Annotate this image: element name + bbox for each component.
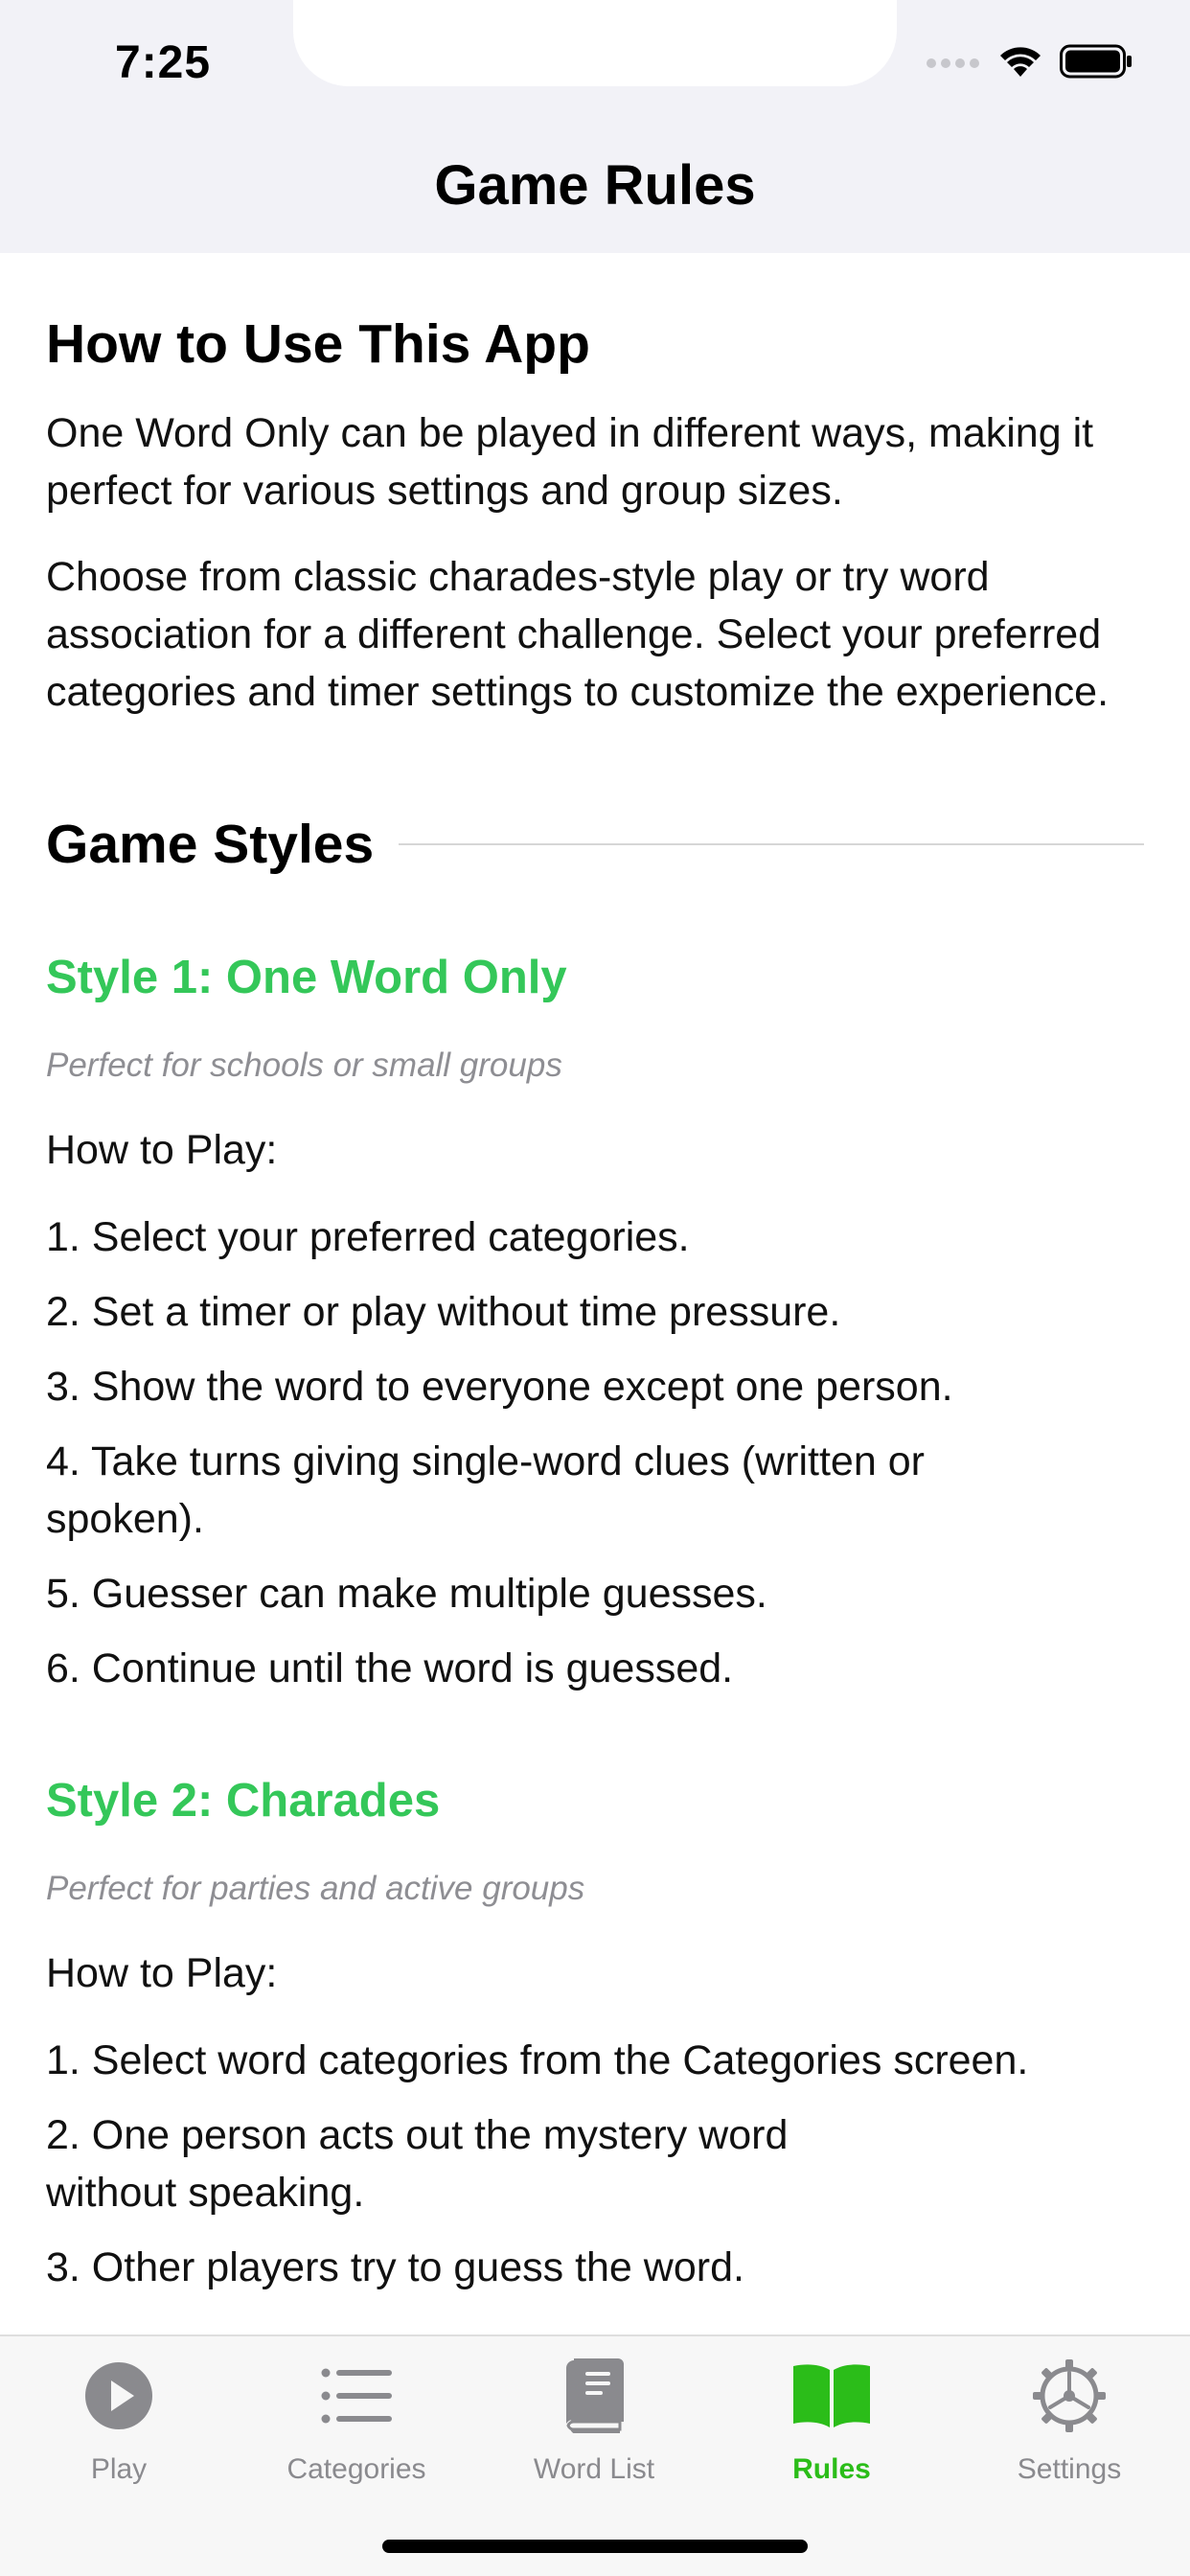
list-item: 3. Other players try to guess the word.: [46, 2244, 744, 2290]
device-notch: [293, 0, 897, 86]
list-item: 5. Guesser can make multiple guesses.: [46, 1571, 767, 1617]
list-item: 4. Take turns giving single-word clues (…: [46, 1438, 925, 1542]
section-divider: [399, 843, 1144, 845]
cellular-signal-icon: [927, 58, 979, 68]
tab-word-list[interactable]: Word List: [475, 2356, 713, 2499]
tab-rules[interactable]: Rules: [713, 2356, 950, 2499]
tab-play[interactable]: Play: [0, 2356, 238, 2499]
style-2-subtitle: Perfect for parties and active groups: [46, 1870, 585, 1907]
list-item: 2. Set a timer or play without time pres…: [46, 1289, 841, 1335]
list-item: 1. Select word categories from the Categ…: [46, 2037, 1029, 2083]
style-2-steps: 1. Select word categories from the Categ…: [46, 2032, 1144, 2296]
wifi-icon: [1000, 47, 1041, 77]
gear-icon: [1029, 2356, 1110, 2436]
play-circle-icon: [79, 2356, 159, 2436]
list-item: 1. Select your preferred categories.: [46, 1214, 690, 1260]
battery-icon: [1060, 44, 1132, 79]
page-title: Game Rules: [434, 154, 756, 217]
game-styles-header: Game Styles: [46, 813, 1144, 876]
tab-label: Word List: [533, 2453, 655, 2485]
status-icons: [926, 44, 1133, 79]
list-item: 2. One person acts out the mystery word …: [46, 2112, 789, 2216]
list-item: 6. Continue until the word is guessed.: [46, 1645, 734, 1691]
status-time: 7:25: [115, 37, 212, 88]
tab-categories[interactable]: Categories: [238, 2356, 475, 2499]
intro-heading: How to Use This App: [46, 313, 590, 375]
header-area: 7:25 Game Rules: [0, 0, 1190, 253]
tab-label: Rules: [792, 2453, 871, 2485]
book-icon: [554, 2356, 634, 2436]
style-1-how-to-label: How to Play:: [46, 1127, 278, 1173]
intro-paragraph-1: One Word Only can be played in different…: [46, 410, 1094, 514]
list-item: 3. Show the word to everyone except one …: [46, 1364, 953, 1410]
home-indicator[interactable]: [382, 2540, 808, 2553]
tab-label: Play: [90, 2453, 148, 2485]
game-styles-heading: Game Styles: [46, 814, 375, 875]
style-1-subtitle: Perfect for schools or small groups: [46, 1046, 562, 1084]
style-1-title: Style 1: One Word Only: [46, 952, 567, 1003]
style-2-how-to-label: How to Play:: [46, 1950, 278, 1996]
rules-content[interactable]: How to Use This App One Word Only can be…: [46, 253, 1144, 2334]
tab-label: Settings: [1017, 2453, 1122, 2485]
list-icon: [316, 2356, 397, 2436]
style-1-steps: 1. Select your preferred categories. 2. …: [46, 1208, 1144, 1697]
intro-paragraph-2: Choose from classic charades-style play …: [46, 554, 1110, 715]
tab-label: Categories: [286, 2453, 426, 2485]
tab-settings[interactable]: Settings: [950, 2356, 1188, 2499]
open-book-icon: [791, 2356, 872, 2436]
style-2-title: Style 2: Charades: [46, 1775, 441, 1827]
